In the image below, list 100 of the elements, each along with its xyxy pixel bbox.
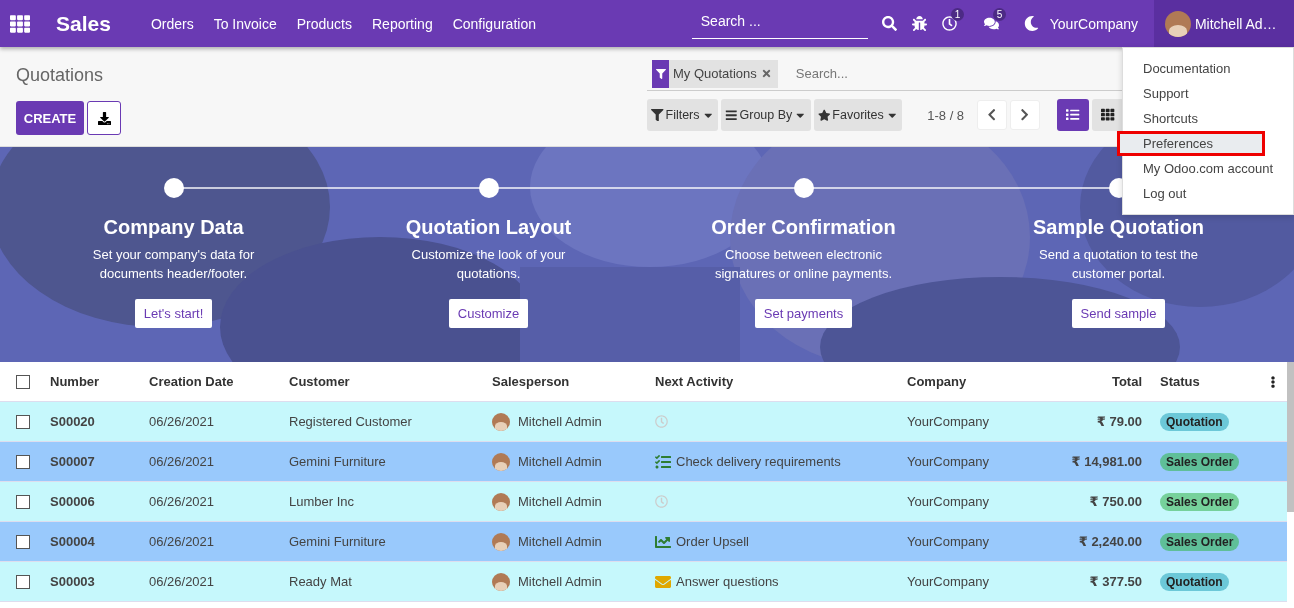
table-cell: Gemini Furniture (289, 454, 386, 469)
menu-item[interactable]: To Invoice (213, 15, 277, 32)
step-button[interactable]: Let's start! (134, 299, 213, 328)
menu-item[interactable]: Configuration (452, 15, 536, 32)
table-cell: ₹ 2,240.00 (1078, 534, 1142, 549)
tasks-icon[interactable] (655, 453, 671, 470)
next-button[interactable] (1010, 100, 1041, 130)
table-cell: Order Upsell (676, 534, 749, 549)
dropdown-item[interactable]: Preferences (1117, 131, 1265, 156)
chat-icon[interactable] (983, 15, 999, 31)
table-cell: Ready Mat (289, 574, 352, 589)
status-badge: Sales Order (1160, 532, 1240, 551)
table-cell: ₹ 750.00 (1089, 494, 1142, 509)
pager-text: 1-8 / 8 (927, 107, 965, 123)
step-description: Send a quotation to test the customer portal. (1038, 246, 1199, 283)
row-checkbox[interactable] (16, 494, 30, 509)
grid-icon (1101, 108, 1115, 122)
filter-button[interactable]: Filters (647, 99, 719, 131)
download-button[interactable] (87, 101, 121, 135)
table-cell: YourCompany (907, 414, 989, 429)
menu-item[interactable]: Products (296, 15, 352, 32)
column-header[interactable]: Creation Date (149, 374, 234, 389)
table-cell: ₹ 377.50 (1089, 574, 1142, 589)
table-cell: S00003 (50, 574, 95, 589)
status-badge: Sales Order (1160, 452, 1240, 471)
dropdown-item[interactable]: Log out (1123, 181, 1293, 206)
table-cell: Check delivery requirements (676, 454, 841, 469)
dropdown-item[interactable]: My Odoo.com account (1123, 156, 1293, 181)
filter-facet[interactable]: My Quotations (652, 59, 778, 88)
table-cell: Mitchell Admin (518, 574, 602, 589)
avatar-icon (492, 532, 510, 551)
step-button[interactable]: Set payments (754, 299, 853, 328)
step-title: Company Data (103, 216, 244, 239)
dropdown-item[interactable]: Support (1123, 81, 1293, 106)
view-button[interactable] (1057, 99, 1090, 131)
scrollbar[interactable] (1287, 362, 1294, 512)
table-cell: YourCompany (907, 494, 989, 509)
chart-line-icon[interactable] (655, 533, 671, 550)
step-description: Set your company's data for documents header/footer. (91, 246, 256, 283)
bug-icon[interactable] (911, 15, 927, 31)
column-header[interactable]: Next Activity (655, 374, 734, 389)
filter-button[interactable]: Group By (721, 99, 811, 131)
table-cell: S00020 (50, 414, 95, 429)
apps-icon[interactable] (10, 13, 30, 34)
avatar-icon (1165, 10, 1191, 37)
menu-item[interactable]: Orders (150, 15, 194, 32)
column-header[interactable]: Total (1111, 374, 1142, 389)
list-icon (1066, 108, 1080, 122)
row-checkbox[interactable] (16, 574, 30, 589)
step-button[interactable]: Customize (448, 299, 529, 328)
search-icon[interactable] (881, 15, 897, 31)
column-header[interactable]: Salesperson (492, 374, 570, 389)
table-cell: YourCompany (907, 534, 989, 549)
column-header[interactable]: Number (50, 374, 100, 389)
column-header[interactable]: Status (1160, 374, 1200, 389)
menu-item[interactable]: Reporting (372, 15, 433, 32)
table-cell: Mitchell Admin (518, 534, 602, 549)
create-button[interactable]: CREATE (16, 101, 84, 135)
previous-button[interactable] (977, 100, 1008, 130)
table-cell: ₹ 14,981.00 (1071, 454, 1142, 469)
star-icon (817, 108, 831, 122)
close-icon[interactable] (760, 68, 772, 79)
filter-button[interactable]: Favorites (813, 99, 903, 131)
dropdown-item[interactable]: Shortcuts (1123, 106, 1293, 131)
table-cell: Registered Customer (289, 414, 412, 429)
table-cell: 06/26/2021 (149, 414, 215, 429)
view-button[interactable] (1092, 99, 1125, 131)
table-cell: Answer questions (676, 574, 779, 589)
step-description: Choose between electronic signatures or online payments. (713, 246, 893, 283)
table-cell: 06/26/2021 (149, 534, 215, 549)
clock-icon[interactable] (941, 15, 957, 31)
row-checkbox[interactable] (16, 414, 30, 429)
table-cell: Lumber Inc (289, 494, 355, 509)
menu-icon (725, 108, 738, 122)
download-icon (97, 111, 111, 125)
table-cell: Mitchell Admin (518, 494, 602, 509)
count-badge: 5 (992, 7, 1007, 21)
count-badge: 1 (950, 7, 965, 21)
step-title: Sample Quotation (1032, 216, 1205, 239)
table-cell: S00004 (50, 534, 95, 549)
status-badge: Sales Order (1160, 492, 1240, 511)
filter-icon (651, 108, 664, 122)
moon-icon[interactable] (1023, 15, 1039, 31)
avatar-icon (492, 452, 510, 471)
app-name: Sales (56, 11, 111, 36)
user-menu-button[interactable]: Mitchell Ad… (1154, 0, 1294, 47)
row-checkbox[interactable] (16, 454, 30, 469)
select-all-checkbox[interactable] (16, 374, 30, 389)
search-field[interactable]: Search ... (691, 8, 868, 39)
row-checkbox[interactable] (16, 534, 30, 549)
column-header[interactable]: Company (907, 374, 967, 389)
step-button[interactable]: Send sample (1071, 299, 1166, 328)
step-description: Customize the look of your quotations. (410, 246, 567, 283)
avatar-icon (492, 412, 510, 431)
table-cell: Gemini Furniture (289, 534, 386, 549)
table-cell: 06/26/2021 (149, 454, 215, 469)
step-title: Quotation Layout (405, 216, 572, 239)
column-header[interactable]: Customer (289, 374, 350, 389)
dropdown-item[interactable]: Documentation (1123, 56, 1293, 81)
company-name[interactable]: YourCompany (1049, 15, 1138, 32)
